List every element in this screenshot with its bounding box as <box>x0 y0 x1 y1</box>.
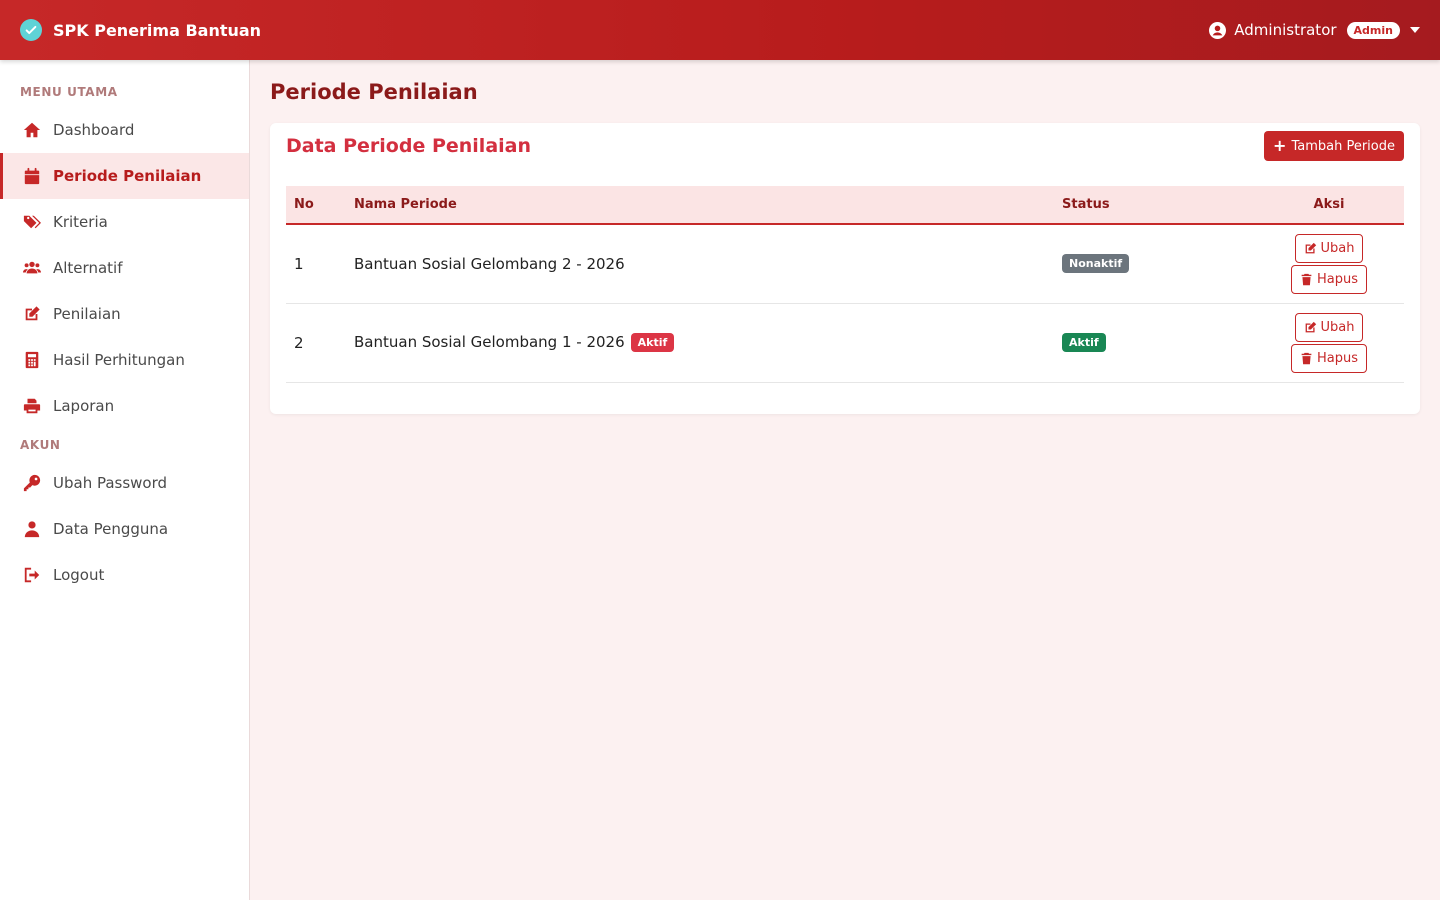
app-title: SPK Penerima Bantuan <box>53 20 262 40</box>
plus-icon: + <box>1273 136 1287 155</box>
status-badge: Nonaktif <box>1062 254 1130 274</box>
edit-label: Ubah <box>1320 240 1355 256</box>
header-nama-periode: Nama Periode <box>354 197 457 212</box>
sidebar: MENU UTAMA Dashboard Periode Penilaian K… <box>0 60 250 900</box>
cell-no: 2 <box>294 333 304 352</box>
edit-label: Ubah <box>1320 319 1355 335</box>
home-icon <box>22 120 42 140</box>
user-menu[interactable]: Administrator Admin <box>1209 21 1420 39</box>
sidebar-item-label: Ubah Password <box>53 474 168 492</box>
cell-no: 1 <box>294 254 304 273</box>
sidebar-item-periode-penilaian[interactable]: Periode Penilaian <box>0 153 249 199</box>
tags-icon <box>22 212 42 232</box>
edit-icon <box>1305 242 1316 254</box>
role-badge: Admin <box>1346 21 1400 39</box>
user-circle-icon <box>1209 21 1227 39</box>
sidebar-item-label: Kriteria <box>53 213 108 231</box>
sidebar-item-logout[interactable]: Logout <box>0 552 249 598</box>
add-periode-label: Tambah Periode <box>1291 138 1395 154</box>
top-navbar: SPK Penerima Bantuan Administrator Admin <box>0 0 1440 60</box>
active-period-badge: Aktif <box>630 333 675 352</box>
sidebar-item-label: Logout <box>53 566 105 584</box>
add-periode-button[interactable]: + Tambah Periode <box>1264 131 1404 161</box>
sidebar-item-hasil-perhitungan[interactable]: Hasil Perhitungan <box>0 337 249 383</box>
trash-icon <box>1301 352 1312 364</box>
edit-icon <box>22 304 42 324</box>
key-icon <box>22 473 42 493</box>
logout-icon <box>22 565 42 585</box>
cell-nama-periode: Bantuan Sosial Gelombang 1 - 2026 Aktif <box>346 303 1054 382</box>
table-header-row: No Nama Periode Status Aksi <box>286 186 1404 224</box>
sidebar-item-label: Laporan <box>53 397 115 415</box>
sidebar-item-label: Dashboard <box>53 121 135 139</box>
cell-status: Aktif <box>1054 303 1254 382</box>
section-title-akun: AKUN <box>20 438 61 452</box>
user-icon <box>22 519 42 539</box>
trash-icon <box>1301 273 1312 285</box>
sidebar-item-data-pengguna[interactable]: Data Pengguna <box>0 506 249 552</box>
table-row: 1 Bantuan Sosial Gelombang 2 - 2026 Nona… <box>286 224 1404 303</box>
sidebar-item-label: Data Pengguna <box>53 520 169 538</box>
sidebar-item-alternatif[interactable]: Alternatif <box>0 245 249 291</box>
header-no: No <box>294 197 314 212</box>
header-aksi: Aksi <box>1313 197 1345 212</box>
card-title: Data Periode Penilaian <box>286 135 532 157</box>
users-icon <box>22 258 42 278</box>
sidebar-item-label: Hasil Perhitungan <box>53 351 185 369</box>
delete-label: Hapus <box>1316 350 1358 366</box>
print-icon <box>22 396 42 416</box>
cell-aksi: Ubah Hapus <box>1254 303 1404 382</box>
edit-icon <box>1305 321 1316 332</box>
brand[interactable]: SPK Penerima Bantuan <box>20 19 261 41</box>
check-circle-icon <box>20 19 42 41</box>
cell-status: Nonaktif <box>1054 224 1254 303</box>
sidebar-item-ubah-password[interactable]: Ubah Password <box>0 460 249 506</box>
user-name: Administrator <box>1234 21 1337 39</box>
cell-nama-periode: Bantuan Sosial Gelombang 2 - 2026 <box>346 224 1054 303</box>
section-title-menu-utama: MENU UTAMA <box>20 85 118 99</box>
sidebar-item-laporan[interactable]: Laporan <box>0 383 249 429</box>
delete-button[interactable]: Hapus <box>1290 264 1367 294</box>
chevron-down-icon[interactable] <box>1410 27 1420 33</box>
periode-card: Data Periode Penilaian + Tambah Periode … <box>270 123 1420 414</box>
sidebar-item-kriteria[interactable]: Kriteria <box>0 199 249 245</box>
page-title: Periode Penilaian <box>270 80 478 104</box>
sidebar-item-label: Periode Penilaian <box>53 167 202 185</box>
header-status: Status <box>1062 197 1110 212</box>
sidebar-item-penilaian[interactable]: Penilaian <box>0 291 249 337</box>
table-row: 2 Bantuan Sosial Gelombang 1 - 2026 Aktif… <box>286 303 1404 382</box>
calendar-icon <box>22 166 42 186</box>
edit-button[interactable]: Ubah <box>1294 233 1364 263</box>
calculator-icon <box>22 350 42 370</box>
delete-label: Hapus <box>1316 271 1358 287</box>
status-badge: Aktif <box>1062 333 1106 352</box>
delete-button[interactable]: Hapus <box>1290 343 1367 373</box>
sidebar-item-label: Alternatif <box>53 259 123 277</box>
sidebar-item-label: Penilaian <box>53 305 121 323</box>
periode-name: Bantuan Sosial Gelombang 2 - 2026 <box>354 254 625 273</box>
periode-name: Bantuan Sosial Gelombang 1 - 2026 <box>354 333 625 351</box>
sidebar-item-dashboard[interactable]: Dashboard <box>0 107 249 153</box>
periode-table: No Nama Periode Status Aksi 1 Bantuan So… <box>286 186 1404 383</box>
edit-button[interactable]: Ubah <box>1294 312 1364 342</box>
cell-aksi: Ubah Hapus <box>1254 224 1404 303</box>
